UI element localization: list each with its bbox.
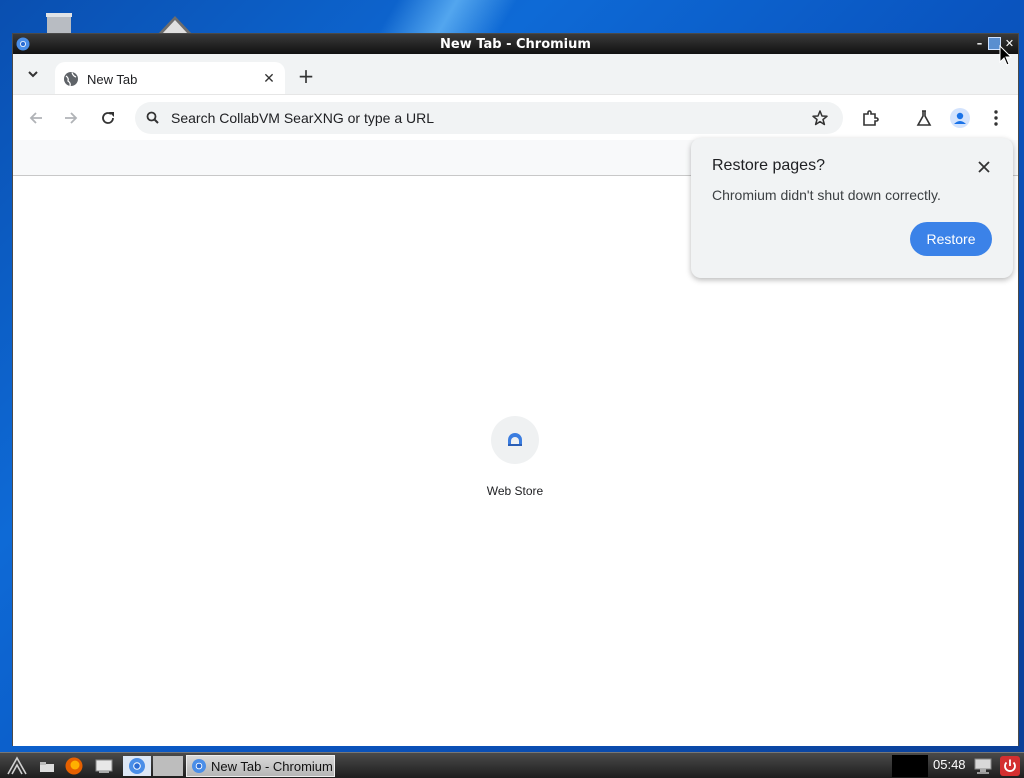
window-title: New Tab - Chromium <box>440 36 591 52</box>
shortcut-label: Web Store <box>486 484 544 498</box>
browser-toolbar: Search CollabVM SearXNG or type a URL <box>13 94 1018 140</box>
clock[interactable]: 05:48 <box>933 757 966 772</box>
tab-title: New Tab <box>87 71 138 87</box>
forward-arrow-icon[interactable] <box>60 107 82 129</box>
chromium-launcher-icon[interactable] <box>123 756 151 776</box>
window-titlebar[interactable]: New Tab - Chromium – ✕ <box>13 34 1018 54</box>
power-icon[interactable] <box>1000 756 1020 776</box>
back-arrow-icon[interactable] <box>25 107 47 129</box>
menu-kebab-icon[interactable] <box>985 107 1007 129</box>
address-bar-placeholder: Search CollabVM SearXNG or type a URL <box>171 110 434 126</box>
profile-avatar-icon[interactable] <box>949 107 971 129</box>
bookmark-star-icon[interactable] <box>811 109 829 127</box>
taskbar-window-chromium[interactable]: New Tab - Chromium <box>186 755 335 777</box>
cpu-monitor-widget <box>892 755 928 777</box>
web-store-icon <box>508 433 522 446</box>
taskbar: New Tab - Chromium 05:48 <box>0 752 1024 778</box>
globe-icon <box>64 72 78 87</box>
address-bar[interactable]: Search CollabVM SearXNG or type a URL <box>135 102 843 134</box>
restore-button[interactable]: Restore <box>910 222 992 256</box>
tab-strip: New Tab ✕ + <box>13 54 1018 96</box>
chromium-icon <box>16 37 30 51</box>
reload-icon[interactable] <box>97 107 119 129</box>
terminal-launcher-icon[interactable] <box>36 756 58 776</box>
tab-close-icon[interactable]: ✕ <box>259 69 279 89</box>
shortcut-web-store[interactable]: Web Store <box>465 416 565 498</box>
popup-title: Restore pages? <box>712 157 825 174</box>
labs-flask-icon[interactable] <box>913 107 935 129</box>
chromium-icon <box>192 759 206 773</box>
network-icon[interactable] <box>972 756 994 776</box>
web-store-shortcut-tile <box>491 416 539 464</box>
restore-pages-popup: Restore pages? Chromium didn't shut down… <box>691 138 1013 278</box>
extensions-puzzle-icon[interactable] <box>859 107 881 129</box>
taskbar-window-label: New Tab - Chromium <box>211 758 333 774</box>
mouse-pointer-icon <box>999 45 1013 66</box>
search-icon <box>146 111 159 124</box>
desktop-switcher[interactable] <box>153 756 183 776</box>
popup-close-icon[interactable] <box>975 158 993 176</box>
file-manager-launcher-icon[interactable] <box>93 756 115 776</box>
firefox-launcher-icon[interactable] <box>63 756 85 776</box>
tab-new-tab[interactable]: New Tab ✕ <box>55 62 285 96</box>
tab-search-chevron-icon[interactable] <box>25 66 41 82</box>
start-menu-icon[interactable] <box>6 756 28 776</box>
new-tab-plus-icon[interactable]: + <box>295 66 317 88</box>
window-minimize-button[interactable]: – <box>973 37 986 50</box>
popup-message: Chromium didn't shut down correctly. <box>712 187 941 203</box>
